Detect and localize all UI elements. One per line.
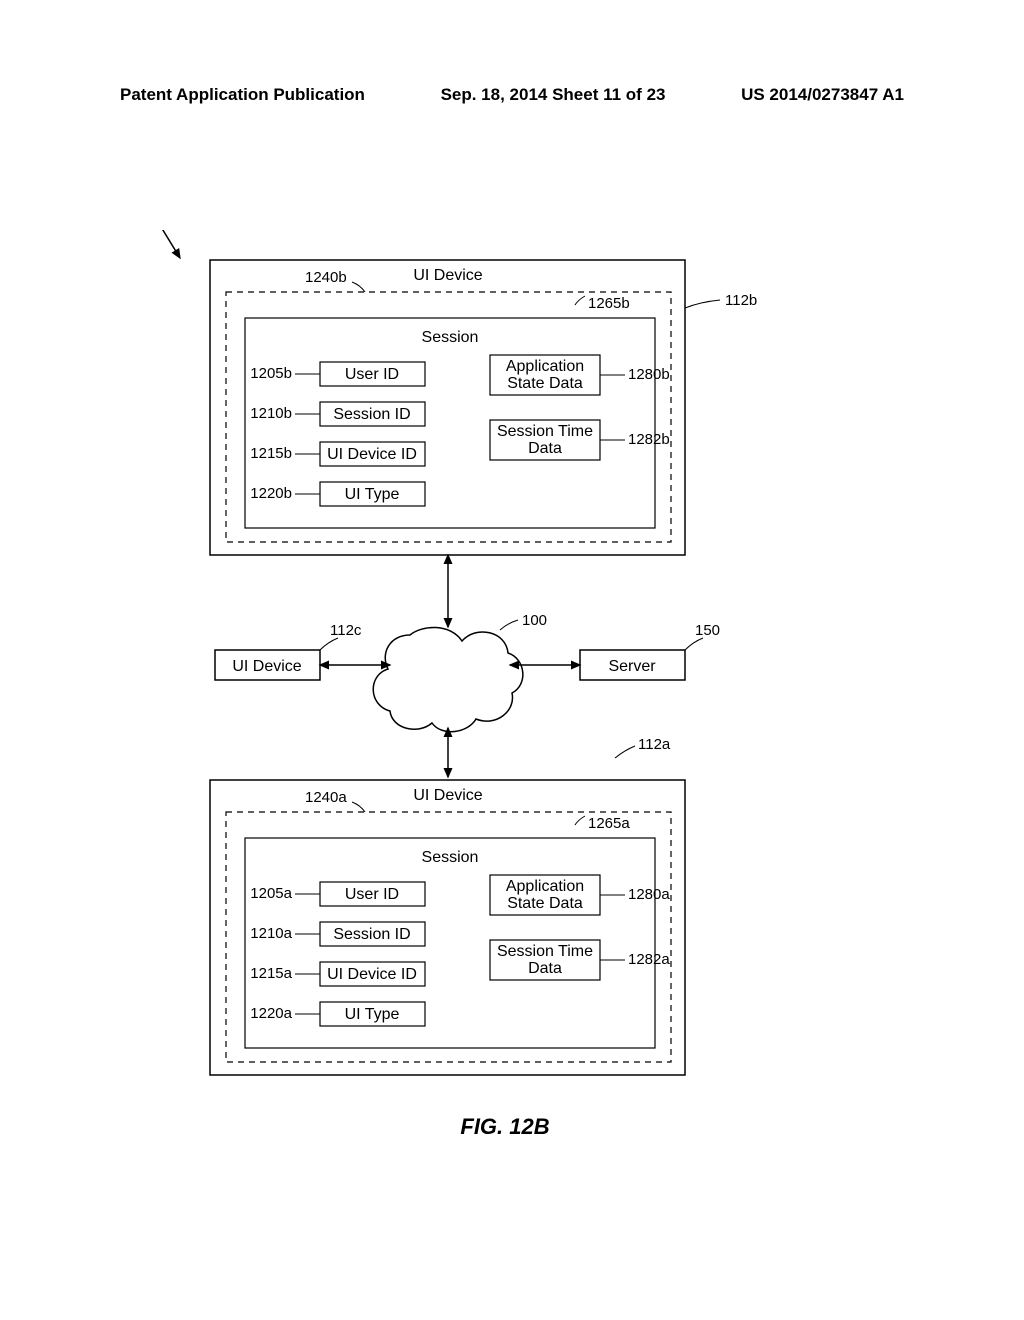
top-session-ref: 1240b bbox=[305, 269, 347, 286]
bottom-app-state-ref: 1280a bbox=[628, 886, 670, 903]
bottom-ui-device-id: UI Device ID bbox=[327, 966, 417, 983]
ui-device-c-ref: 112c bbox=[330, 622, 362, 639]
figure-caption: FIG. 12B bbox=[460, 1114, 549, 1140]
top-session-id: Session ID bbox=[333, 406, 410, 423]
top-session-time-1: Session Time bbox=[497, 423, 593, 440]
page: Patent Application Publication Sep. 18, … bbox=[0, 0, 1024, 1320]
top-session-box-ref: 1265b bbox=[588, 295, 630, 312]
top-ui-device-id: UI Device ID bbox=[327, 446, 417, 463]
top-session-label: Session bbox=[422, 329, 479, 346]
top-session-id-ref: 1210b bbox=[250, 405, 292, 422]
diagram-svg: 1200b UI Device 112b 1240b 1265b Session… bbox=[130, 230, 880, 1090]
bottom-app-state-2: State Data bbox=[507, 895, 583, 912]
top-session-time-ref: 1282b bbox=[628, 431, 670, 448]
bottom-session-ref: 1240a bbox=[305, 789, 347, 806]
header-left: Patent Application Publication bbox=[120, 85, 365, 105]
bottom-user-id-ref: 1205a bbox=[250, 885, 292, 902]
top-app-state-2: State Data bbox=[507, 375, 583, 392]
bottom-app-state-1: Application bbox=[506, 878, 584, 895]
top-ui-device-id-ref: 1215b bbox=[250, 445, 292, 462]
top-ui-type: UI Type bbox=[345, 486, 400, 503]
bottom-ui-type: UI Type bbox=[345, 1006, 400, 1023]
bottom-session-box-ref: 1265a bbox=[588, 815, 630, 832]
top-app-state-ref: 1280b bbox=[628, 366, 670, 383]
header-center: Sep. 18, 2014 Sheet 11 of 23 bbox=[441, 85, 666, 105]
bottom-user-id: User ID bbox=[345, 886, 399, 903]
bottom-session-label: Session bbox=[422, 849, 479, 866]
server-ref: 150 bbox=[695, 622, 720, 639]
ui-device-c-label: UI Device bbox=[232, 658, 301, 675]
bottom-device-ref: 112a bbox=[638, 736, 671, 753]
top-user-id: User ID bbox=[345, 366, 399, 383]
bottom-device-title: UI Device bbox=[413, 787, 482, 804]
top-device-title: UI Device bbox=[413, 267, 482, 284]
bottom-session-box bbox=[245, 838, 655, 1048]
header-right: US 2014/0273847 A1 bbox=[741, 85, 904, 105]
bottom-ui-type-ref: 1220a bbox=[250, 1005, 292, 1022]
figure: 1200b UI Device 112b 1240b 1265b Session… bbox=[130, 230, 880, 1090]
top-device-ref: 112b bbox=[725, 292, 757, 309]
top-user-id-ref: 1205b bbox=[250, 365, 292, 382]
top-ui-type-ref: 1220b bbox=[250, 485, 292, 502]
bottom-session-time-2: Data bbox=[528, 960, 562, 977]
bottom-session-time-1: Session Time bbox=[497, 943, 593, 960]
top-app-state-1: Application bbox=[506, 358, 584, 375]
bottom-ui-device-id-ref: 1215a bbox=[250, 965, 292, 982]
server-label: Server bbox=[608, 658, 656, 675]
cloud-ref: 100 bbox=[522, 612, 547, 629]
header: Patent Application Publication Sep. 18, … bbox=[120, 85, 904, 105]
top-session-box bbox=[245, 318, 655, 528]
cloud-icon bbox=[373, 627, 523, 731]
bottom-session-time-ref: 1282a bbox=[628, 951, 670, 968]
top-session-time-2: Data bbox=[528, 440, 562, 457]
bottom-session-id-ref: 1210a bbox=[250, 925, 292, 942]
bottom-session-id: Session ID bbox=[333, 926, 410, 943]
